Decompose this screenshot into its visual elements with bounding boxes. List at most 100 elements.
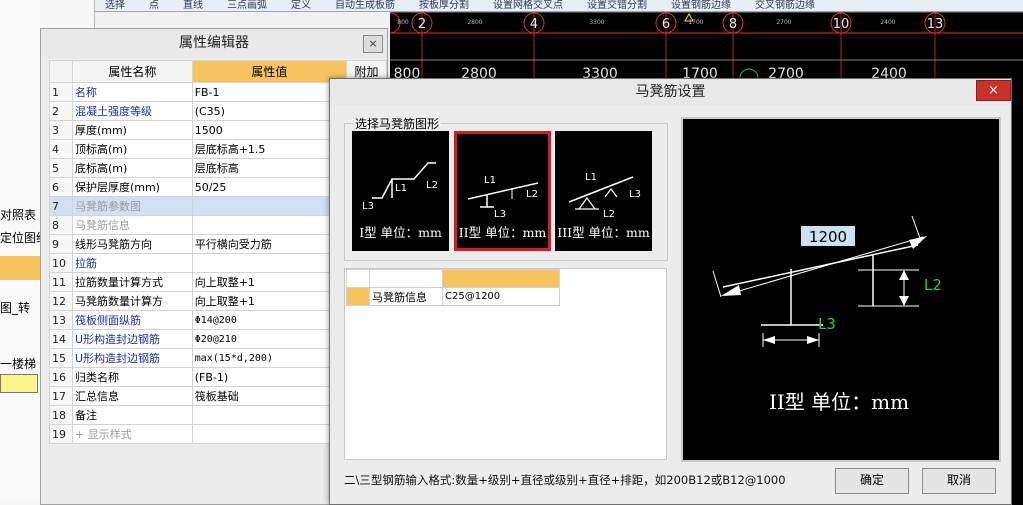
stool-info-area: 马凳筋信息 C25@1200 [344, 268, 667, 460]
toolbar-item[interactable]: 三点画弧 [227, 0, 267, 12]
toolbar-item[interactable]: 设置网格交叉点 [493, 0, 563, 12]
axis-number: 13 [927, 17, 944, 32]
table-corner [346, 269, 370, 288]
row-stub[interactable] [346, 287, 370, 306]
property-value[interactable]: Φ14@200 [191, 310, 348, 330]
row-number: 2 [49, 101, 73, 121]
property-name: U形构造封边钢筋 [71, 348, 193, 368]
toolbar-item[interactable]: 交叉钢筋边缘 [755, 0, 815, 12]
property-name: 线形马凳筋方向 [71, 234, 193, 254]
property-name: 归类名称 [71, 367, 193, 387]
ok-button[interactable]: 确定 [835, 468, 909, 494]
property-value[interactable] [191, 196, 348, 216]
row-number: 19 [49, 424, 73, 444]
left-panel-item[interactable]: 对照表 [0, 205, 40, 225]
column-header-name[interactable]: 属性名称 [71, 60, 193, 83]
shape-label: L1 [585, 172, 597, 183]
property-value[interactable]: 层底标高 [191, 158, 348, 178]
property-value[interactable]: FB-1 [191, 82, 348, 102]
property-value[interactable]: 1500 [191, 120, 348, 140]
property-value[interactable] [191, 424, 348, 444]
shape-type-3[interactable]: L1 L3 L2 III型 单位：mm [555, 131, 652, 251]
row-number: 11 [49, 272, 73, 292]
axis-number: 2 [418, 17, 426, 32]
property-editor-title: 属性编辑器 [41, 29, 387, 57]
toolbar-item[interactable]: 按板厚分割 [419, 0, 469, 12]
left-panel-header [0, 256, 40, 280]
shape-label: L1 [395, 183, 407, 194]
toolbar-item[interactable]: 设置交错分割 [587, 0, 647, 12]
shape-label: L3 [362, 201, 374, 212]
property-name: 混凝土强度等级 [71, 101, 193, 121]
column-header-name [369, 269, 443, 288]
property-value[interactable]: max(15*d,200) [191, 348, 348, 368]
dim-label-small: 800 [397, 19, 409, 26]
row-number: 13 [49, 310, 73, 330]
property-name: 汇总信息 [71, 386, 193, 406]
property-value[interactable]: 平行横向受力筋 [191, 234, 348, 254]
property-value[interactable] [191, 215, 348, 235]
left-panel-item[interactable]: 定位图纸 [0, 228, 40, 248]
property-name: 顶标高(m) [71, 139, 193, 159]
property-value[interactable]: 向上取整+1 [191, 291, 348, 311]
dim-label-small: 2400 [880, 19, 895, 26]
dim-label-small: 2800 [467, 19, 482, 26]
shape-type-1[interactable]: L1 L2 L3 I型 单位：mm [352, 131, 449, 251]
toolbar-item[interactable]: 定义 [291, 0, 311, 12]
property-value[interactable]: 层底标高+1.5 [191, 139, 348, 159]
toolbar-item[interactable]: 自动生成板筋 [335, 0, 395, 12]
row-number: 9 [49, 234, 73, 254]
row-number: 10 [49, 253, 73, 273]
shape-caption: II型 单位：mm [458, 225, 547, 240]
toolbar-item[interactable]: 点 [149, 0, 159, 12]
property-name: U形构造封边钢筋 [71, 329, 193, 349]
row-number: 17 [49, 386, 73, 406]
stool-info-table: 马凳筋信息 C25@1200 [346, 269, 560, 306]
shape-label: L3 [494, 209, 506, 220]
property-value[interactable]: 筏板基础 [191, 386, 348, 406]
property-name: 底标高(m) [71, 158, 193, 178]
stool-info-value[interactable]: C25@1200 [442, 287, 560, 306]
dimension-value: 1200 [809, 228, 847, 246]
property-value[interactable]: (FB-1) [191, 367, 348, 387]
left-panel-item[interactable]: 一楼梯 [0, 354, 40, 374]
row-number: 8 [49, 215, 73, 235]
stool-info-label: 马凳筋信息 [369, 287, 443, 306]
input-format-hint: 二\三型钢筋输入格式:数量+级别+直径或级别+直径+排距，如200B12或B12… [344, 473, 786, 487]
shape-label: L1 [484, 175, 496, 186]
toolbar-item[interactable]: 直线 [183, 0, 203, 12]
row-number: 7 [49, 196, 73, 216]
close-icon[interactable]: × [363, 35, 383, 53]
row-number: 16 [49, 367, 73, 387]
axis-number: 4 [530, 17, 538, 32]
left-panel-list: 对照表 定位图纸 图_转 一楼梯 [0, 0, 40, 500]
close-icon[interactable]: × [976, 80, 1011, 101]
shape-group-label: 选择马凳筋图形 [353, 115, 442, 132]
row-number: 14 [49, 329, 73, 349]
toolbar-item[interactable]: 选择 [105, 0, 125, 12]
property-value[interactable] [191, 405, 348, 425]
property-name: 马凳筋参数图 [71, 196, 193, 216]
column-header-value [442, 269, 560, 288]
toolbar-item[interactable]: 设置钢筋边缘 [671, 0, 731, 12]
property-name: 保护层厚度(mm) [71, 177, 193, 197]
preview-label-l3: L3 [818, 315, 836, 333]
property-name: 拉筋 [71, 253, 193, 273]
shape-label: L2 [603, 209, 615, 220]
column-header-value[interactable]: 属性值 [191, 60, 348, 83]
left-panel-item[interactable]: 图_转 [0, 298, 40, 318]
property-value[interactable] [191, 253, 348, 273]
property-value[interactable]: 向上取整+1 [191, 272, 348, 292]
row-number: 6 [49, 177, 73, 197]
left-panel-selected-cell[interactable] [0, 374, 38, 393]
axis-number: 6 [662, 17, 670, 32]
property-value[interactable]: (C35) [191, 101, 348, 121]
property-value[interactable]: Φ20@210 [191, 329, 348, 349]
dialog-title: 马凳筋设置 [330, 79, 1011, 105]
shape-label: L2 [526, 189, 538, 200]
shape-type-2[interactable]: L1 L2 L3 II型 单位：mm [454, 131, 551, 251]
property-value[interactable]: 50/25 [191, 177, 348, 197]
cancel-button[interactable]: 取消 [922, 468, 996, 494]
row-number: 5 [49, 158, 73, 178]
property-name: + 显示样式 [71, 424, 193, 444]
